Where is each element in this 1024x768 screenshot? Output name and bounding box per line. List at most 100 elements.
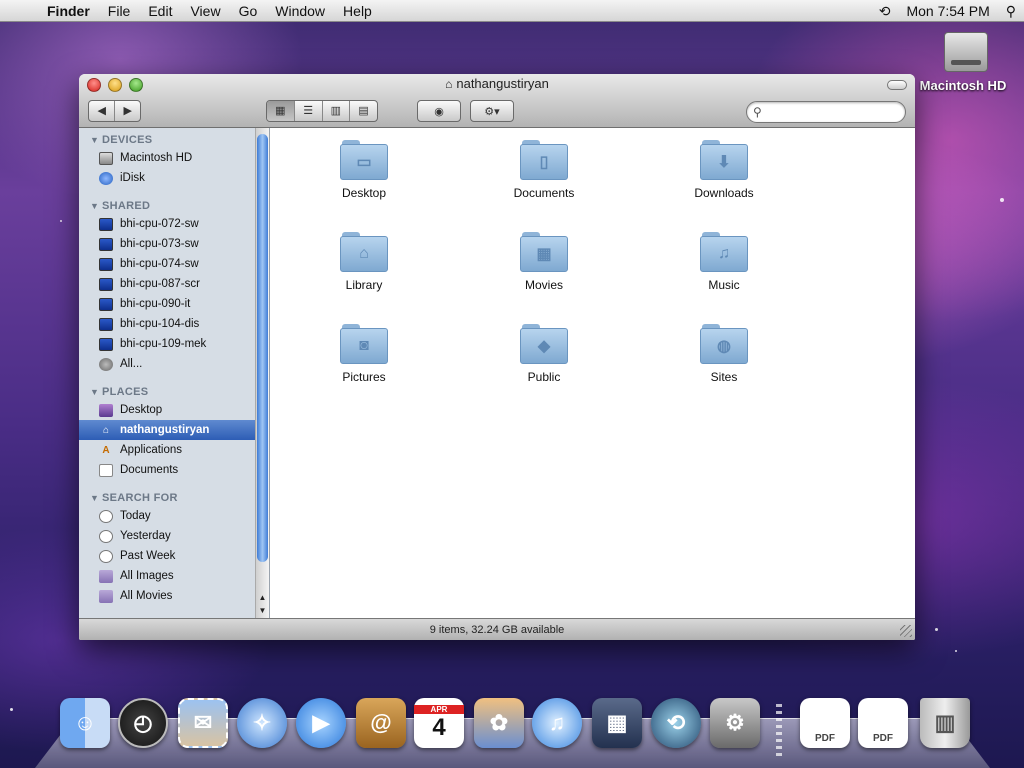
trash-dock-icon[interactable]: ▥ [920,698,970,748]
scroll-down-arrow-icon[interactable]: ▼ [256,606,269,615]
sidebar-item-label: iDisk [120,172,145,184]
menu-bar: Finder File Edit View Go Window Help ⟲ M… [0,0,1024,22]
sidebar-item-documents[interactable]: Documents [79,460,269,480]
finder-dock-icon[interactable]: ☺ [60,698,110,748]
folder-item-movies[interactable]: ▦ Movies [484,232,604,292]
sidebar-item-yesterday[interactable]: Yesterday [79,526,269,546]
desktop-hd-icon[interactable]: Macintosh HD [916,32,1016,93]
sidebar-item-label: bhi-cpu-072-sw [120,218,199,230]
menu-window[interactable]: Window [266,0,334,22]
sidebar: DEVICES Macintosh HD iDisk SHARED bhi-cp… [79,128,270,618]
applications-icon: A [102,444,110,456]
coverflow-view-button[interactable]: ▤ [349,101,377,121]
sidebar-item-all-images[interactable]: All Images [79,566,269,586]
scroll-up-arrow-icon[interactable]: ▲ [256,593,269,602]
safari-dock-icon[interactable]: ✧ [237,698,287,748]
monitor-icon [99,257,113,271]
sidebar-item-label: Applications [120,444,183,456]
folder-label: Pictures [342,370,386,384]
file-icon-view: ▭ Desktop ▯ Documents ⬇ Downloads ⌂ Library … [270,128,915,618]
smart-folder-icon [99,589,113,603]
time-machine-icon[interactable]: ⟲ [871,0,899,22]
sidebar-item-today[interactable]: Today [79,506,269,526]
forward-button[interactable]: ▶ [114,101,140,121]
sidebar-item-shared[interactable]: bhi-cpu-109-mek [79,334,269,354]
dashboard-dock-icon[interactable]: ◴ [118,698,168,748]
icon-view-button[interactable]: ▦ [267,101,294,121]
hard-drive-icon [944,32,988,72]
sidebar-header-devices: DEVICES [79,128,269,148]
folder-item-pictures[interactable]: ◙ Pictures [304,324,424,384]
home-icon: ⌂ [445,77,453,91]
column-view-button[interactable]: ▥ [321,101,350,121]
list-view-button[interactable]: ☰ [293,101,322,121]
sidebar-item-shared[interactable]: bhi-cpu-073-sw [79,234,269,254]
monitor-icon [99,337,113,351]
monitor-icon [99,297,113,311]
menu-edit[interactable]: Edit [139,0,181,22]
gear-icon: ⚙▾ [484,105,500,118]
sidebar-item-shared[interactable]: bhi-cpu-090-it [79,294,269,314]
folder-item-music[interactable]: ♫ Music [664,232,784,292]
sidebar-item-desktop[interactable]: Desktop [79,400,269,420]
address-book-dock-icon[interactable]: @ [356,698,406,748]
sidebar-item-shared[interactable]: bhi-cpu-087-scr [79,274,269,294]
menu-file[interactable]: File [99,0,140,22]
itunes-dock-icon[interactable]: ♫ [532,698,582,748]
folder-icon: ▭ [340,140,388,180]
sidebar-item-all[interactable]: All... [79,354,269,374]
menu-finder[interactable]: Finder [38,0,99,22]
sidebar-item-past-week[interactable]: Past Week [79,546,269,566]
spotlight-icon[interactable]: ⚲ [998,0,1024,22]
search-input[interactable]: ⚲ [746,101,906,123]
sidebar-item-home[interactable]: ⌂ nathangustiryan [79,420,269,440]
back-button[interactable]: ◀ [89,101,114,121]
iphoto-dock-icon[interactable]: ✿ [474,698,524,748]
menu-view[interactable]: View [181,0,229,22]
title-bar[interactable]: ⌂ nathangustiryan ◀ ▶ ▦ ☰ ▥ ▤ ◉ ⚙▾ ⚲ [79,74,915,128]
pdf-document-dock-icon[interactable]: PDF [858,698,908,748]
toolbar-toggle-button[interactable] [887,80,907,90]
sidebar-item-label: bhi-cpu-087-scr [120,278,200,290]
monitor-icon [99,237,113,251]
sidebar-scrollbar[interactable]: ▲ ▼ [255,128,269,618]
sidebar-item-idisk[interactable]: iDisk [79,168,269,188]
scrollbar-thumb[interactable] [257,134,268,562]
sidebar-item-shared[interactable]: bhi-cpu-104-dis [79,314,269,334]
monitor-icon [99,277,113,291]
folder-label: Library [345,278,383,292]
folder-item-public[interactable]: ◆ Public [484,324,604,384]
ical-dock-icon[interactable]: APR 4 [414,698,464,748]
folder-item-library[interactable]: ⌂ Library [304,232,424,292]
eye-icon: ◉ [434,105,444,118]
resize-grip-icon[interactable] [900,625,912,637]
sidebar-item-label: Past Week [120,550,176,562]
mail-dock-icon[interactable]: ✉ [178,698,228,748]
sidebar-item-label: Desktop [120,404,163,416]
ichat-dock-icon[interactable]: ▶ [296,698,346,748]
folder-item-documents[interactable]: ▯ Documents [484,140,604,200]
menu-clock[interactable]: Mon 7:54 PM [898,0,997,22]
sidebar-item-shared[interactable]: bhi-cpu-072-sw [79,214,269,234]
sidebar-item-label: bhi-cpu-109-mek [120,338,207,350]
folder-item-downloads[interactable]: ⬇ Downloads [664,140,784,200]
sidebar-item-applications[interactable]: A Applications [79,440,269,460]
quick-look-button[interactable]: ◉ [417,100,461,122]
menu-go[interactable]: Go [230,0,267,22]
menu-help[interactable]: Help [334,0,381,22]
system-preferences-dock-icon[interactable]: ⚙ [710,698,760,748]
spaces-dock-icon[interactable]: ▦ [592,698,642,748]
folder-item-desktop[interactable]: ▭ Desktop [304,140,424,200]
folder-item-sites[interactable]: ◍ Sites [664,324,784,384]
pdf-document-dock-icon[interactable]: PDF [800,698,850,748]
folder-icon: ▦ [520,232,568,272]
back-forward-group: ◀ ▶ [88,100,141,122]
clock-icon [99,509,113,523]
sidebar-item-all-movies[interactable]: All Movies [79,586,269,606]
sidebar-item-shared[interactable]: bhi-cpu-074-sw [79,254,269,274]
folder-label: Sites [710,370,738,384]
action-menu-button[interactable]: ⚙▾ [470,100,514,122]
folder-label: Music [708,278,740,292]
sidebar-item-macintosh-hd[interactable]: Macintosh HD [79,148,269,168]
time-machine-dock-icon[interactable]: ⟲ [651,698,701,748]
